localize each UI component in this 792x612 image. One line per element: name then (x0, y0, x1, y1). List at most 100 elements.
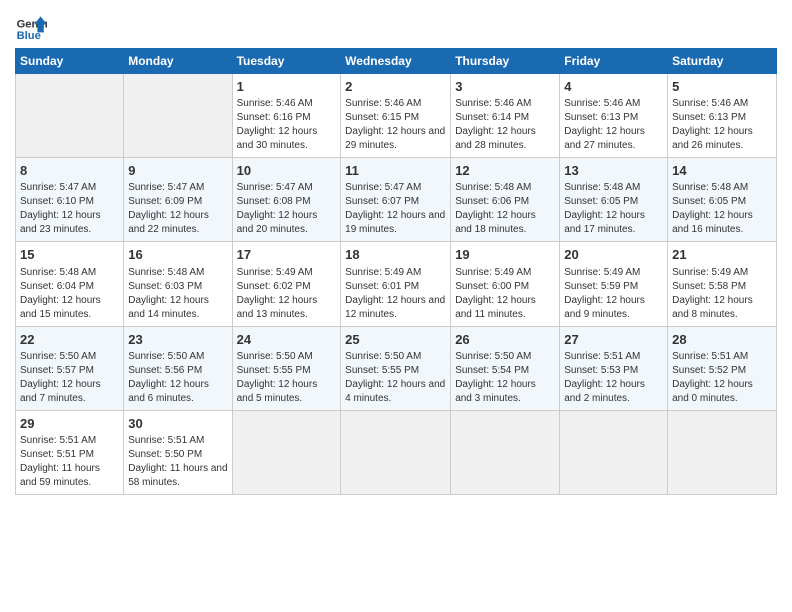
cell-info: Sunset: 6:05 PM (564, 195, 663, 209)
calendar-cell: 10Sunrise: 5:47 AMSunset: 6:08 PMDayligh… (232, 158, 341, 242)
calendar-week-row: 15Sunrise: 5:48 AMSunset: 6:04 PMDayligh… (16, 242, 777, 326)
cell-info: Sunrise: 5:50 AM (237, 350, 337, 364)
cell-info: Sunrise: 5:46 AM (345, 97, 446, 111)
calendar-cell: 25Sunrise: 5:50 AMSunset: 5:55 PMDayligh… (341, 326, 451, 410)
cell-info: Sunset: 5:58 PM (672, 280, 772, 294)
calendar-cell: 4Sunrise: 5:46 AMSunset: 6:13 PMDaylight… (560, 74, 668, 158)
cell-info: Sunset: 5:57 PM (20, 364, 119, 378)
column-header-wednesday: Wednesday (341, 49, 451, 74)
cell-info: Sunrise: 5:49 AM (672, 266, 772, 280)
calendar-cell: 21Sunrise: 5:49 AMSunset: 5:58 PMDayligh… (668, 242, 777, 326)
cell-info: Sunrise: 5:50 AM (128, 350, 227, 364)
cell-info: Daylight: 12 hours and 5 minutes. (237, 378, 337, 406)
cell-info: Daylight: 12 hours and 4 minutes. (345, 378, 446, 406)
cell-info: Daylight: 12 hours and 13 minutes. (237, 294, 337, 322)
cell-info: Daylight: 12 hours and 2 minutes. (564, 378, 663, 406)
day-number: 16 (128, 246, 227, 264)
cell-info: Daylight: 12 hours and 22 minutes. (128, 209, 227, 237)
cell-info: Sunrise: 5:51 AM (672, 350, 772, 364)
calendar-cell: 12Sunrise: 5:48 AMSunset: 6:06 PMDayligh… (451, 158, 560, 242)
cell-info: Sunrise: 5:46 AM (672, 97, 772, 111)
cell-info: Sunset: 6:05 PM (672, 195, 772, 209)
cell-info: Sunrise: 5:47 AM (345, 181, 446, 195)
cell-info: Sunrise: 5:47 AM (237, 181, 337, 195)
day-number: 19 (455, 246, 555, 264)
cell-info: Daylight: 12 hours and 0 minutes. (672, 378, 772, 406)
calendar-cell (451, 410, 560, 494)
logo-icon: General Blue (15, 10, 47, 42)
calendar-cell (16, 74, 124, 158)
cell-info: Sunrise: 5:50 AM (345, 350, 446, 364)
calendar-header-row: SundayMondayTuesdayWednesdayThursdayFrid… (16, 49, 777, 74)
day-number: 15 (20, 246, 119, 264)
day-number: 26 (455, 331, 555, 349)
cell-info: Sunset: 6:09 PM (128, 195, 227, 209)
day-number: 3 (455, 78, 555, 96)
cell-info: Daylight: 12 hours and 8 minutes. (672, 294, 772, 322)
cell-info: Daylight: 12 hours and 27 minutes. (564, 125, 663, 153)
day-number: 29 (20, 415, 119, 433)
day-number: 4 (564, 78, 663, 96)
cell-info: Daylight: 12 hours and 9 minutes. (564, 294, 663, 322)
cell-info: Daylight: 11 hours and 59 minutes. (20, 462, 119, 490)
day-number: 30 (128, 415, 227, 433)
cell-info: Sunset: 6:03 PM (128, 280, 227, 294)
day-number: 27 (564, 331, 663, 349)
calendar-cell: 23Sunrise: 5:50 AMSunset: 5:56 PMDayligh… (124, 326, 232, 410)
cell-info: Sunset: 6:13 PM (564, 111, 663, 125)
cell-info: Sunrise: 5:51 AM (564, 350, 663, 364)
calendar-week-row: 8Sunrise: 5:47 AMSunset: 6:10 PMDaylight… (16, 158, 777, 242)
day-number: 22 (20, 331, 119, 349)
column-header-sunday: Sunday (16, 49, 124, 74)
cell-info: Sunrise: 5:50 AM (20, 350, 119, 364)
calendar-week-row: 29Sunrise: 5:51 AMSunset: 5:51 PMDayligh… (16, 410, 777, 494)
cell-info: Sunset: 6:08 PM (237, 195, 337, 209)
cell-info: Daylight: 12 hours and 6 minutes. (128, 378, 227, 406)
day-number: 28 (672, 331, 772, 349)
cell-info: Daylight: 12 hours and 20 minutes. (237, 209, 337, 237)
cell-info: Daylight: 12 hours and 26 minutes. (672, 125, 772, 153)
calendar-cell: 8Sunrise: 5:47 AMSunset: 6:10 PMDaylight… (16, 158, 124, 242)
calendar-cell: 11Sunrise: 5:47 AMSunset: 6:07 PMDayligh… (341, 158, 451, 242)
cell-info: Daylight: 12 hours and 30 minutes. (237, 125, 337, 153)
cell-info: Daylight: 12 hours and 28 minutes. (455, 125, 555, 153)
page-container: General Blue SundayMondayTuesdayWednesda… (0, 0, 792, 505)
cell-info: Sunset: 6:07 PM (345, 195, 446, 209)
day-number: 1 (237, 78, 337, 96)
cell-info: Sunset: 5:53 PM (564, 364, 663, 378)
cell-info: Sunrise: 5:48 AM (455, 181, 555, 195)
calendar-cell: 17Sunrise: 5:49 AMSunset: 6:02 PMDayligh… (232, 242, 341, 326)
cell-info: Daylight: 12 hours and 29 minutes. (345, 125, 446, 153)
calendar-cell: 22Sunrise: 5:50 AMSunset: 5:57 PMDayligh… (16, 326, 124, 410)
cell-info: Sunrise: 5:51 AM (20, 434, 119, 448)
day-number: 25 (345, 331, 446, 349)
column-header-friday: Friday (560, 49, 668, 74)
cell-info: Daylight: 12 hours and 7 minutes. (20, 378, 119, 406)
cell-info: Sunset: 5:54 PM (455, 364, 555, 378)
cell-info: Sunrise: 5:48 AM (20, 266, 119, 280)
cell-info: Sunrise: 5:48 AM (672, 181, 772, 195)
calendar-cell (668, 410, 777, 494)
day-number: 14 (672, 162, 772, 180)
column-header-saturday: Saturday (668, 49, 777, 74)
cell-info: Sunrise: 5:50 AM (455, 350, 555, 364)
calendar-cell (341, 410, 451, 494)
cell-info: Sunset: 5:55 PM (237, 364, 337, 378)
cell-info: Daylight: 12 hours and 11 minutes. (455, 294, 555, 322)
cell-info: Sunrise: 5:46 AM (455, 97, 555, 111)
calendar-cell: 15Sunrise: 5:48 AMSunset: 6:04 PMDayligh… (16, 242, 124, 326)
cell-info: Sunrise: 5:49 AM (564, 266, 663, 280)
cell-info: Daylight: 12 hours and 16 minutes. (672, 209, 772, 237)
cell-info: Sunset: 6:13 PM (672, 111, 772, 125)
cell-info: Daylight: 12 hours and 19 minutes. (345, 209, 446, 237)
calendar-week-row: 1Sunrise: 5:46 AMSunset: 6:16 PMDaylight… (16, 74, 777, 158)
cell-info: Daylight: 12 hours and 12 minutes. (345, 294, 446, 322)
cell-info: Sunset: 5:50 PM (128, 448, 227, 462)
day-number: 12 (455, 162, 555, 180)
calendar-cell: 3Sunrise: 5:46 AMSunset: 6:14 PMDaylight… (451, 74, 560, 158)
cell-info: Sunrise: 5:48 AM (128, 266, 227, 280)
cell-info: Daylight: 12 hours and 14 minutes. (128, 294, 227, 322)
cell-info: Sunrise: 5:49 AM (237, 266, 337, 280)
calendar-cell: 5Sunrise: 5:46 AMSunset: 6:13 PMDaylight… (668, 74, 777, 158)
calendar-cell: 13Sunrise: 5:48 AMSunset: 6:05 PMDayligh… (560, 158, 668, 242)
